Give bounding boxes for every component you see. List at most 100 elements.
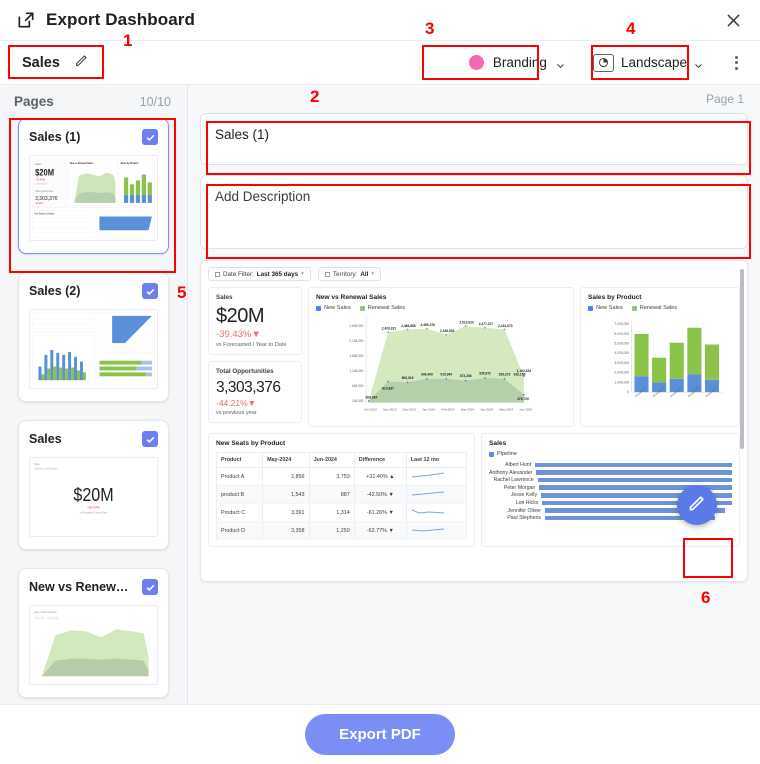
pages-label: Pages: [14, 94, 54, 109]
pencil-icon[interactable]: [74, 52, 90, 73]
pipeline-name: Peter Morgan: [503, 484, 536, 491]
dashboard-preview-scrollbar[interactable]: [740, 269, 744, 449]
kpi-label: Sales: [216, 294, 233, 301]
sales-by-product-chart: Sales by Product New Sales Renewal Sales: [580, 287, 740, 427]
pages-sidebar: Pages 10/10 Sales (1) Sales $20M -39.43%…: [0, 85, 188, 704]
edit-dashboard-fab[interactable]: [677, 485, 717, 525]
cell-sparkline: [405, 467, 468, 486]
page-thumbnail-list[interactable]: Sales (1) Sales $20M -39.43% vs Forecast…: [0, 118, 187, 704]
body-split: Pages 10/10 Sales (1) Sales $20M -39.43%…: [0, 85, 760, 704]
document-name-field[interactable]: Sales: [10, 49, 100, 76]
chart-title: New vs Renewal Sales: [316, 294, 387, 301]
svg-text:Dec-2023: Dec-2023: [403, 408, 417, 412]
pipeline-bar: [537, 477, 732, 483]
legend-swatch: [316, 305, 321, 311]
open-in-new-icon: [16, 10, 36, 30]
territory-filter-value: All: [360, 270, 369, 278]
pipeline-name: Jennifer Oliver: [507, 507, 541, 514]
svg-text:7,000,000: 7,000,000: [614, 322, 629, 326]
page-card-sales-1[interactable]: Sales (1) Sales $20M -39.43% vs Forecast…: [18, 118, 169, 254]
table-header-cell[interactable]: May-2024: [262, 452, 310, 468]
svg-text:2,648,000: 2,648,000: [349, 324, 363, 328]
svg-text:926,373: 926,373: [499, 372, 511, 376]
page-card-sales-2[interactable]: Sales (2): [18, 272, 169, 402]
table-header-cell[interactable]: Product: [215, 452, 264, 468]
cell-sparkline: [405, 521, 468, 540]
toolbar-right-group: Branding Landscape: [460, 49, 760, 77]
svg-text:806,018: 806,018: [402, 376, 414, 380]
kpi-subtitle: vs previous year: [216, 410, 257, 416]
legend-swatch: [359, 305, 365, 311]
svg-text:935,872: 935,872: [479, 371, 491, 375]
table-header-cell[interactable]: Last 12 mo: [405, 452, 468, 468]
cell-sparkline: [405, 503, 468, 522]
chevron-down-icon: [556, 58, 565, 69]
date-filter-chip[interactable]: Date Filter: Last 365 days ▾: [208, 267, 311, 281]
territory-filter-chip[interactable]: Territory: All ▾: [317, 267, 382, 281]
page-checkbox[interactable]: [142, 579, 158, 595]
kpi-delta: -44.21%▼: [216, 398, 257, 408]
page-card-header: Sales: [29, 431, 158, 447]
svg-text:Oct-2023: Oct-2023: [364, 408, 377, 412]
table-header-cell[interactable]: Jun-2024: [308, 452, 355, 468]
svg-text:Nov-2023: Nov-2023: [383, 408, 397, 412]
seats-table: Product May-2024 Jun-2024 Difference Las…: [215, 452, 468, 540]
page-title-input[interactable]: Sales (1): [200, 113, 748, 165]
svg-text:916,158: 916,158: [514, 372, 526, 376]
chart-title: Sales by Product: [588, 294, 642, 301]
dashboard-preview-card[interactable]: Date Filter: Last 365 days ▾ Territory: …: [200, 260, 748, 582]
cell-product: Product A: [215, 467, 264, 486]
window-titlebar: Export Dashboard: [0, 0, 760, 40]
svg-text:2,489,276: 2,489,276: [421, 323, 436, 327]
page-checkbox[interactable]: [142, 283, 158, 299]
page-card-title: New vs Renewal S...: [29, 580, 133, 594]
svg-text:New vs Renewal Sales: New vs Renewal Sales: [70, 162, 94, 165]
svg-text:5,000,000: 5,000,000: [614, 341, 629, 345]
svg-text:Jan-2024: Jan-2024: [422, 408, 435, 412]
page-checkbox[interactable]: [142, 431, 158, 447]
cell-difference: -42.50% ▼: [353, 485, 407, 504]
filter-icon: [215, 271, 220, 277]
table-row: Product C 3,391 1,314 -61.26% ▼: [215, 503, 468, 522]
svg-text:Apr-2024: Apr-2024: [480, 408, 493, 412]
pipeline-bar: [536, 470, 732, 475]
kpi-card-opportunities: Total Opportunities 3,303,376 -44.21%▼ v…: [208, 361, 302, 423]
cell-product: Product C: [215, 503, 264, 522]
svg-text:814,837: 814,837: [382, 386, 394, 390]
page-description-input[interactable]: Add Description: [200, 175, 748, 249]
table-header-cell[interactable]: Difference: [353, 452, 407, 468]
branding-color-swatch: [468, 55, 484, 70]
page-card-header: Sales (2): [29, 283, 158, 299]
svg-text:May-2024: May-2024: [499, 408, 513, 412]
pipeline-row: Anthony Alexander: [489, 470, 732, 476]
branding-dropdown[interactable]: Branding: [460, 50, 574, 75]
kebab-menu-icon[interactable]: [722, 49, 750, 77]
svg-text:2,000,000: 2,000,000: [614, 371, 629, 375]
cell-may: 3,391: [262, 503, 310, 522]
sparkline-icon: [411, 509, 444, 514]
preview-topbar: Page 1: [200, 85, 748, 113]
chevron-down-icon: ▾: [371, 271, 375, 277]
close-icon[interactable]: [718, 5, 748, 35]
table-header-row: Product May-2024 Jun-2024 Difference Las…: [215, 452, 468, 468]
svg-text:2,431,073: 2,431,073: [498, 324, 513, 328]
dashboard-filter-row: Date Filter: Last 365 days ▾ Territory: …: [208, 267, 740, 281]
svg-text:Sales by Product: Sales by Product: [121, 162, 139, 165]
page-checkbox[interactable]: [142, 129, 158, 145]
svg-text:3,000,000: 3,000,000: [614, 361, 629, 365]
pipeline-bar: [535, 462, 732, 468]
orientation-dropdown[interactable]: Landscape: [584, 49, 712, 77]
svg-text:915,949: 915,949: [440, 372, 452, 376]
legend-swatch: [588, 305, 593, 311]
cell-sparkline: [405, 485, 468, 504]
svg-text:309,034: 309,034: [365, 395, 377, 399]
page-card-new-vs-renewal[interactable]: New vs Renewal S... New vs Renewal Sales: [18, 568, 169, 698]
filter-icon: [325, 271, 330, 277]
kpi-value: $20M: [216, 305, 265, 327]
svg-text:1,648,000: 1,648,000: [349, 354, 363, 358]
export-pdf-button[interactable]: Export PDF: [305, 714, 455, 755]
current-page-label: Page 1: [705, 92, 744, 106]
page-card-sales[interactable]: Sales Sales Date Filter: Last 365 days $…: [18, 420, 169, 550]
pipeline-name: Rachel Lawrence: [493, 477, 534, 484]
svg-text:Date Filter: Last 365 days: Date Filter: Last 365 days: [34, 468, 58, 471]
